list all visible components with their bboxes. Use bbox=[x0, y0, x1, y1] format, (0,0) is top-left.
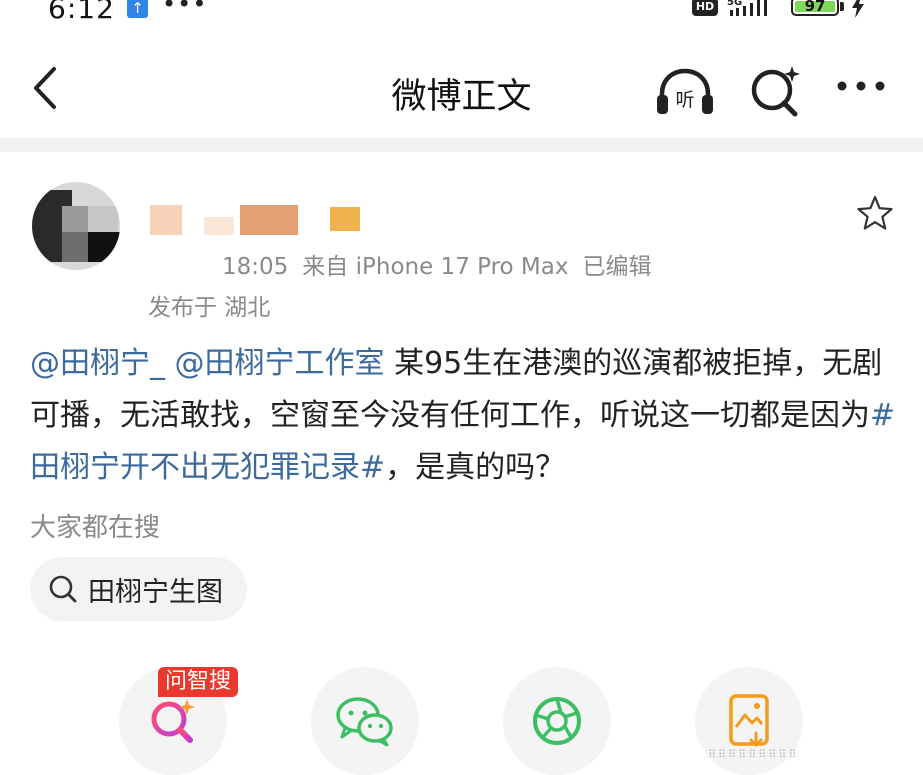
search-icon bbox=[49, 575, 77, 603]
status-time: 6:12 bbox=[48, 0, 115, 25]
more-options-icon[interactable] bbox=[836, 80, 886, 92]
listen-label: 听 bbox=[675, 89, 694, 111]
author-name-redacted[interactable] bbox=[150, 205, 362, 235]
smart-search-icon bbox=[151, 699, 195, 743]
mention-link[interactable]: @田栩宁_ bbox=[30, 346, 165, 381]
post-location: 发布于 湖北 bbox=[148, 295, 271, 321]
post-meta: 18:05 来自 iPhone 17 Pro Max 已编辑 bbox=[222, 247, 651, 281]
post-text: ，是真的吗？ bbox=[385, 450, 566, 485]
moments-aperture-icon bbox=[533, 697, 581, 745]
edited-label[interactable]: 已编辑 bbox=[582, 254, 651, 280]
image-card-icon bbox=[729, 694, 769, 748]
share-wechat-button[interactable] bbox=[311, 667, 419, 775]
status-more-dots: ••• bbox=[162, 0, 208, 18]
post-time: 18:05 bbox=[222, 254, 289, 280]
battery-level: 97 bbox=[804, 0, 826, 15]
ask-smart-search-badge: 问智搜 bbox=[158, 667, 239, 697]
share-moments-button[interactable] bbox=[503, 667, 611, 775]
header-divider bbox=[0, 138, 923, 152]
network-label: 5G bbox=[727, 0, 742, 8]
listen-headphones-icon[interactable]: 听 bbox=[654, 66, 716, 118]
favorite-star-icon[interactable] bbox=[856, 194, 894, 232]
mention-link[interactable]: @田栩宁工作室 bbox=[175, 346, 385, 381]
status-bar: 6:12 ↑ ••• HD 5G 97 bbox=[0, 0, 923, 25]
post-body: @田栩宁_ @田栩宁工作室 某95生在港澳的巡演都被拒掉，无剧可播，无活敢找，空… bbox=[30, 338, 900, 494]
top-nav-bar: 微博正文 听 bbox=[0, 40, 923, 138]
wechat-icon bbox=[336, 697, 393, 747]
search-chip-label: 田栩宁生图 bbox=[88, 576, 223, 608]
author-avatar[interactable] bbox=[32, 182, 120, 270]
hd-badge: HD bbox=[692, 0, 718, 16]
everyone-search-heading: 大家都在搜 bbox=[30, 513, 161, 543]
search-icon[interactable] bbox=[750, 64, 802, 118]
post-source[interactable]: 来自 iPhone 17 Pro Max bbox=[302, 254, 568, 280]
signal-icon: 5G bbox=[727, 0, 767, 16]
search-suggestion-chip[interactable]: 田栩宁生图 bbox=[30, 557, 247, 621]
battery-icon: 97 bbox=[791, 0, 839, 16]
upload-icon: ↑ bbox=[127, 0, 148, 18]
charging-icon bbox=[852, 0, 864, 18]
watermark-dots: ⠿⠿⠿⠿⠿⠿⠿⠿⠿ bbox=[708, 748, 799, 761]
